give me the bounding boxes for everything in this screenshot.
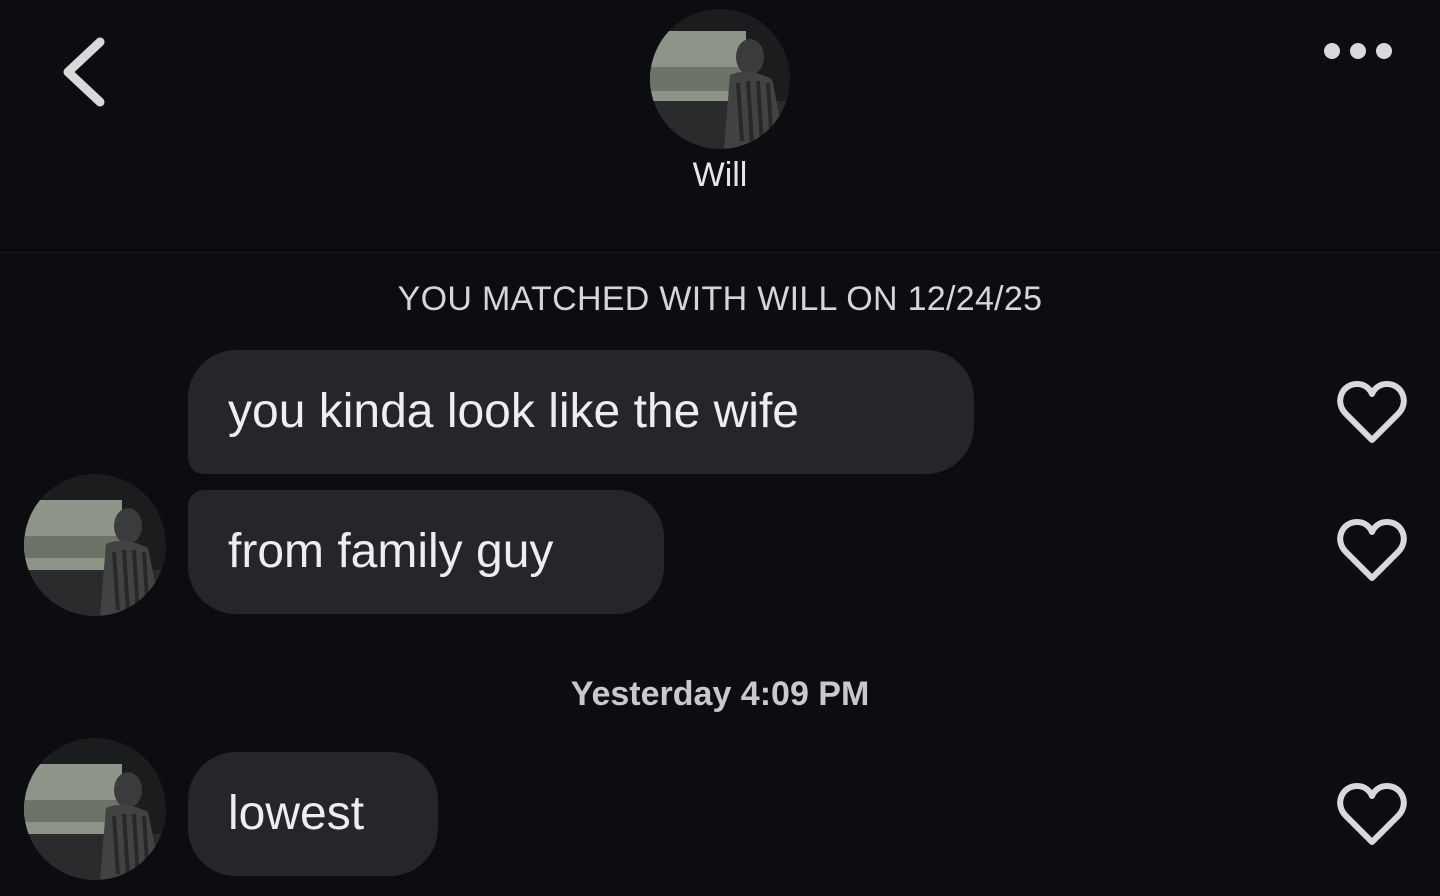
like-button[interactable] — [1336, 782, 1408, 848]
heart-icon — [1336, 518, 1408, 584]
heart-icon — [1336, 782, 1408, 848]
more-horizontal-icon — [1318, 34, 1398, 68]
chat-screen: Will YOU MATCHED WITH WILL ON 12/24/25 y… — [0, 0, 1440, 896]
like-button[interactable] — [1336, 380, 1408, 446]
chevron-left-icon — [58, 34, 114, 110]
message-bubble[interactable]: from family guy — [188, 490, 664, 614]
more-options-button[interactable] — [1318, 34, 1398, 68]
message-bubble[interactable]: you kinda look like the wife — [188, 350, 974, 474]
sender-avatar[interactable] — [24, 738, 166, 880]
contact-avatar[interactable] — [650, 9, 790, 149]
message-bubble[interactable]: lowest — [188, 752, 438, 876]
header-divider — [0, 252, 1440, 253]
contact-name[interactable]: Will — [620, 156, 820, 195]
heart-icon — [1336, 380, 1408, 446]
message-timestamp: Yesterday 4:09 PM — [570, 675, 870, 713]
like-button[interactable] — [1336, 518, 1408, 584]
match-notice: YOU MATCHED WITH WILL ON 12/24/25 — [397, 280, 1043, 318]
back-button[interactable] — [58, 34, 114, 110]
sender-avatar[interactable] — [24, 474, 166, 616]
